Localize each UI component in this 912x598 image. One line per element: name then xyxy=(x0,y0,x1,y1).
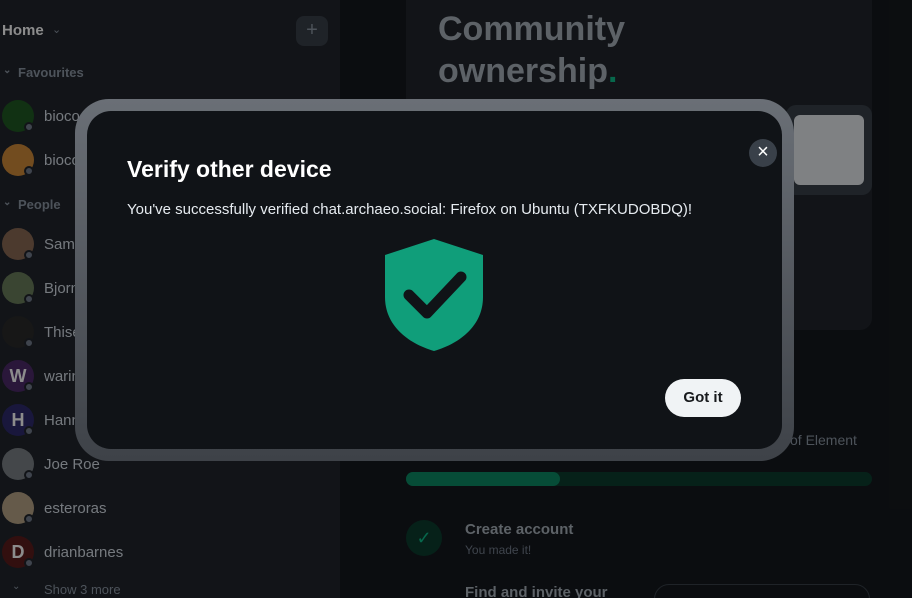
verify-device-dialog: Verify other device × You've successfull… xyxy=(87,111,782,449)
dialog-message: You've successfully verified chat.archae… xyxy=(127,201,693,218)
dialog-frame: Verify other device × You've successfull… xyxy=(75,99,794,461)
got-it-button[interactable]: Got it xyxy=(665,379,741,417)
app-root: Home ⌄ + ⌄ Favourites bioco bioco ⌄ Peopl… xyxy=(0,0,912,598)
dialog-title: Verify other device xyxy=(127,156,332,182)
close-icon[interactable]: × xyxy=(749,139,777,167)
verified-shield-icon xyxy=(385,239,483,351)
